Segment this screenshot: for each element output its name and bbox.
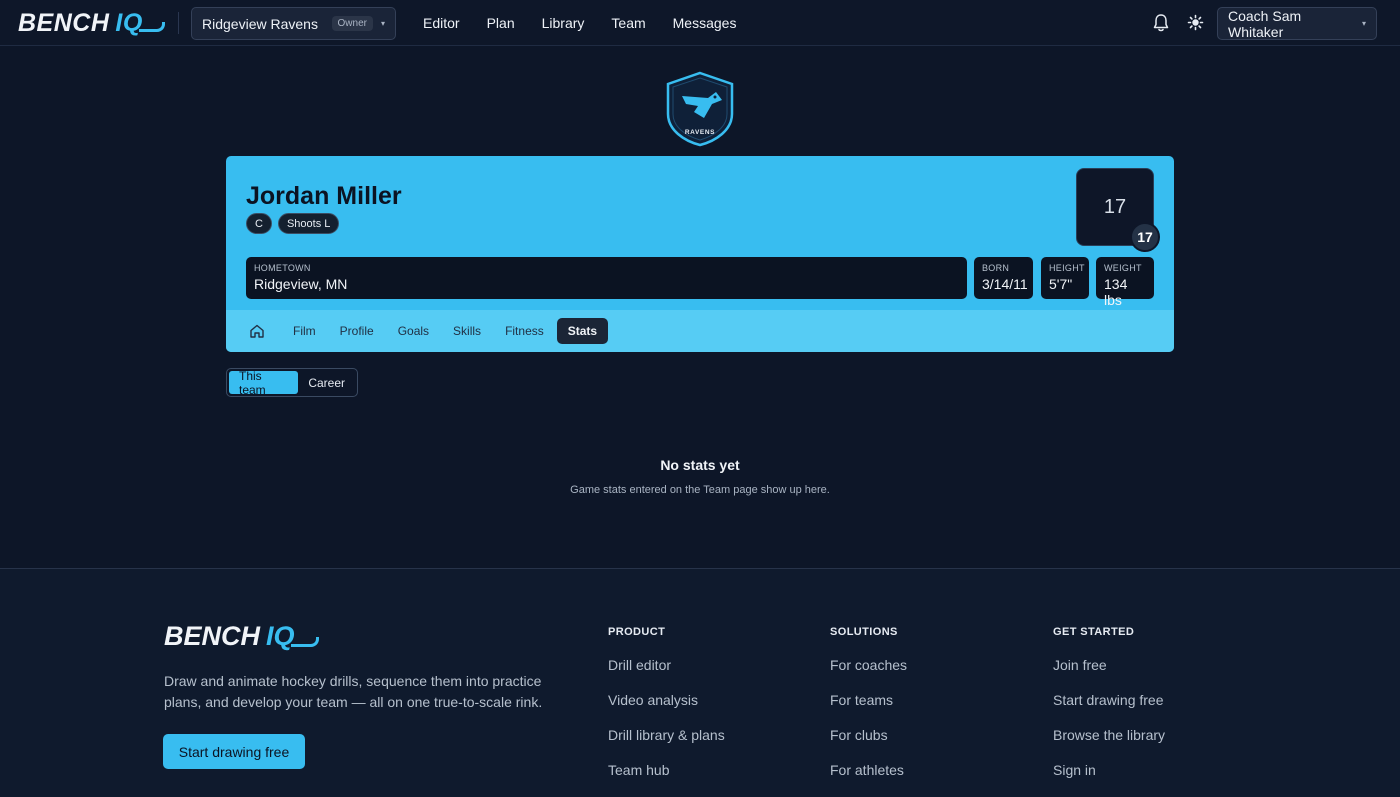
stats-scope-toggle: This team Career [226,368,358,397]
footer-column-heading: SOLUTIONS [830,626,898,638]
nav-link-editor[interactable]: Editor [423,15,460,31]
chevron-down-icon: ▾ [380,19,385,28]
footer-link-for-teams[interactable]: For teams [830,692,907,711]
born-box: BORN 3/14/11 [974,257,1033,299]
sun-icon[interactable] [1187,14,1204,31]
tab-skills[interactable]: Skills [442,318,492,344]
nav-link-team[interactable]: Team [611,15,645,31]
home-icon [250,324,264,338]
shoots-chip: Shoots L [277,213,340,234]
footer-link-team-hub[interactable]: Team hub [608,762,725,781]
nav-link-plan[interactable]: Plan [487,15,515,31]
born-value: 3/14/11 [982,276,1028,292]
footer-column-product: PRODUCT Drill editor Video analysis Dril… [608,626,725,797]
height-label: HEIGHT [1049,263,1085,273]
hockey-stick-icon [290,636,319,647]
role-badge: Owner [331,16,373,31]
player-chips: C Shoots L [246,213,345,234]
start-drawing-button[interactable]: Start drawing free [163,734,305,769]
nav-link-library[interactable]: Library [542,15,585,31]
footer-link-video-analysis[interactable]: Video analysis [608,692,725,711]
tab-goals[interactable]: Goals [387,318,440,344]
top-navigation: BENCH IQ Ridgeview Ravens ... Owner ▾ Ed… [0,0,1400,46]
footer-brand-logo[interactable]: BENCH IQ [164,621,319,652]
empty-state-title: No stats yet [660,457,740,473]
footer-column-get-started: GET STARTED Join free Start drawing free… [1053,626,1165,797]
user-menu-name: Coach Sam Whitaker [1228,7,1302,40]
footer-brand-part1: BENCH [164,621,261,651]
nav-link-messages[interactable]: Messages [673,15,737,31]
height-value: 5'7" [1049,276,1073,292]
footer-column-solutions: SOLUTIONS For coaches For teams For club… [830,626,907,797]
team-selector[interactable]: Ridgeview Ravens ... Owner ▾ [191,7,396,40]
footer-tagline: Draw and animate hockey drills, sequence… [164,673,543,710]
footer-link-drill-library[interactable]: Drill library & plans [608,727,725,746]
footer-link-for-athletes[interactable]: For athletes [830,762,907,781]
weight-value: 134 lbs [1104,276,1128,308]
crest-label: RAVENS [685,129,715,136]
segment-this-team[interactable]: This team [229,369,299,397]
hometown-value: Ridgeview, MN [254,276,348,292]
segment-career[interactable]: Career [298,371,355,394]
player-name: Jordan Miller [246,182,402,210]
brand-logo-part1: BENCH [18,8,110,37]
weight-label: WEIGHT [1104,263,1142,273]
main-nav: Editor Plan Library Team Messages [423,0,763,46]
jersey-number-badge: 17 [1130,222,1160,252]
footer-link-drill-editor[interactable]: Drill editor [608,657,725,676]
hockey-stick-icon [138,22,165,32]
raven-crest-icon: RAVENS [666,71,734,147]
born-label: BORN [982,263,1010,273]
site-footer: BENCH IQ Draw and animate hockey drills,… [0,568,1400,797]
player-tabs: Film Profile Goals Skills Fitness Stats [226,310,1174,352]
nav-divider [178,12,179,34]
footer-link-for-clubs[interactable]: For clubs [830,727,907,746]
user-menu[interactable]: Coach Sam Whitaker ▾ [1217,7,1377,40]
tab-profile[interactable]: Profile [329,318,385,344]
footer-link-join-free[interactable]: Join free [1053,657,1165,676]
brand-logo[interactable]: BENCH IQ [18,8,165,37]
team-selector-name: Ridgeview Ravens ... [202,15,322,32]
hometown-box: HOMETOWN Ridgeview, MN [246,257,967,299]
empty-state-subtitle: Game stats entered on the Team page show… [570,484,830,496]
footer-column-heading: PRODUCT [608,626,666,638]
tab-home[interactable] [244,318,270,344]
chevron-down-icon: ▾ [1361,19,1366,28]
tab-film[interactable]: Film [282,318,327,344]
tab-stats[interactable]: Stats [556,318,609,344]
hometown-label: HOMETOWN [254,263,311,273]
position-chip: C [246,213,272,234]
tab-fitness[interactable]: Fitness [494,318,555,344]
bell-icon[interactable] [1152,13,1170,33]
footer-link-sign-in[interactable]: Sign in [1053,762,1165,781]
player-card: Jordan Miller C Shoots L 17 17 HOMETOWN … [226,156,1174,352]
footer-column-heading: GET STARTED [1053,626,1135,638]
footer-link-browse-library[interactable]: Browse the library [1053,727,1165,746]
footer-link-for-coaches[interactable]: For coaches [830,657,907,676]
height-box: HEIGHT 5'7" [1041,257,1089,299]
weight-box: WEIGHT 134 lbs [1096,257,1154,308]
footer-link-start-drawing[interactable]: Start drawing free [1053,692,1165,711]
